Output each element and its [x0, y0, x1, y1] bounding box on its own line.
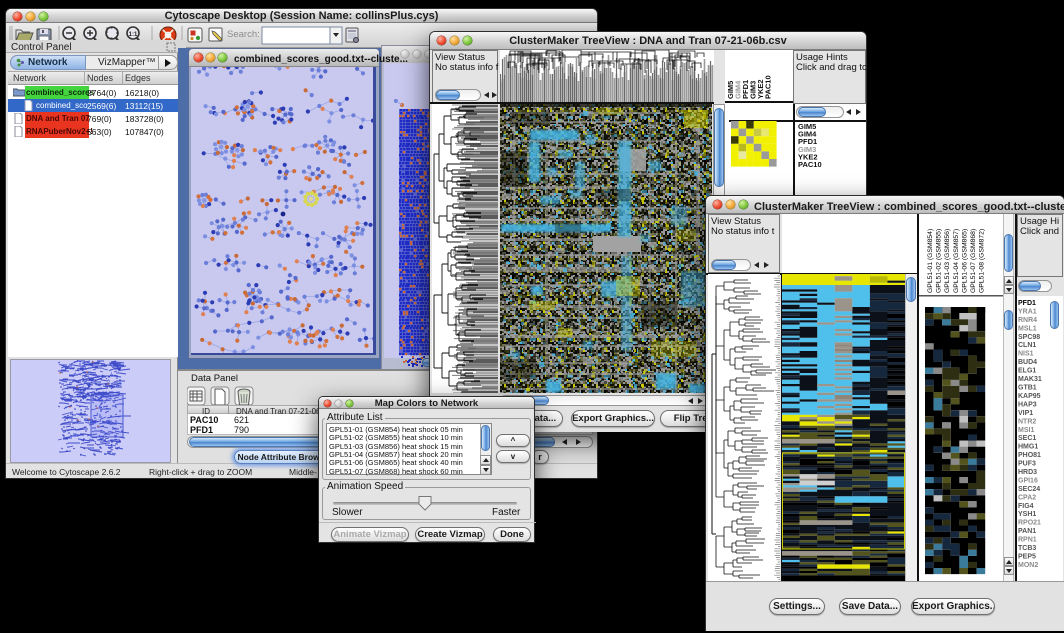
svg-text:HMG1: HMG1 — [1018, 444, 1038, 451]
svg-text:PHO81: PHO81 — [1018, 452, 1041, 459]
svg-text:ELG1: ELG1 — [1018, 368, 1036, 375]
svg-text:PAC10: PAC10 — [798, 160, 822, 169]
svg-text:1:1: 1:1 — [129, 32, 138, 38]
svg-text:CPA2: CPA2 — [1018, 494, 1036, 501]
svg-text:GPL51-04 (GSM857): GPL51-04 (GSM857) — [953, 229, 960, 293]
svg-text:GPL51-08 (GSM872): GPL51-08 (GSM872) — [979, 229, 986, 293]
svg-text:VIP1: VIP1 — [1018, 410, 1033, 417]
svg-text:NIS1: NIS1 — [1018, 351, 1034, 358]
svg-text:TCB3: TCB3 — [1018, 545, 1036, 552]
svg-text:RPO21: RPO21 — [1018, 520, 1041, 527]
svg-text:CLN1: CLN1 — [1018, 342, 1036, 349]
svg-text:SEC1: SEC1 — [1018, 435, 1036, 442]
svg-text:MAK31: MAK31 — [1018, 376, 1042, 383]
svg-text:BUD4: BUD4 — [1018, 359, 1037, 366]
svg-text:FIG4: FIG4 — [1018, 503, 1034, 510]
svg-text:GPL51-01 (GSM854): GPL51-01 (GSM854) — [927, 229, 934, 293]
svg-text:SPC98: SPC98 — [1018, 334, 1040, 341]
svg-text:GPL51-02 (GSM855): GPL51-02 (GSM855) — [936, 229, 943, 293]
svg-text:PAC10: PAC10 — [764, 75, 773, 99]
svg-text:Search:: Search: — [227, 29, 260, 40]
svg-text:MSL1: MSL1 — [1018, 325, 1037, 332]
svg-text:KAP95: KAP95 — [1018, 393, 1041, 400]
svg-text:MSI1: MSI1 — [1018, 427, 1034, 434]
svg-text:PEP5: PEP5 — [1018, 554, 1036, 561]
svg-text:PFD1: PFD1 — [1018, 300, 1036, 307]
svg-text:RPN1: RPN1 — [1018, 537, 1037, 544]
svg-text:NTR2: NTR2 — [1018, 418, 1036, 425]
svg-text:YSH1: YSH1 — [1018, 511, 1036, 518]
svg-text:MON2: MON2 — [1018, 562, 1038, 569]
svg-text:GTB1: GTB1 — [1018, 385, 1037, 392]
svg-text:HRD3: HRD3 — [1018, 469, 1037, 476]
svg-text:GPL51-07 (GSM868): GPL51-07 (GSM868) — [970, 229, 977, 293]
svg-text:GPL51-06 (GSM865): GPL51-06 (GSM865) — [961, 229, 968, 293]
svg-text:YRA1: YRA1 — [1018, 308, 1037, 315]
svg-text:HAP3: HAP3 — [1018, 401, 1037, 408]
svg-text:GPL51-03 (GSM856): GPL51-03 (GSM856) — [944, 229, 951, 293]
svg-text:GPI16: GPI16 — [1018, 477, 1038, 484]
svg-text:PUF3: PUF3 — [1018, 461, 1036, 468]
svg-text:RNR4: RNR4 — [1018, 317, 1037, 324]
svg-text:SEC24: SEC24 — [1018, 486, 1040, 493]
svg-text:PAN1: PAN1 — [1018, 528, 1036, 535]
